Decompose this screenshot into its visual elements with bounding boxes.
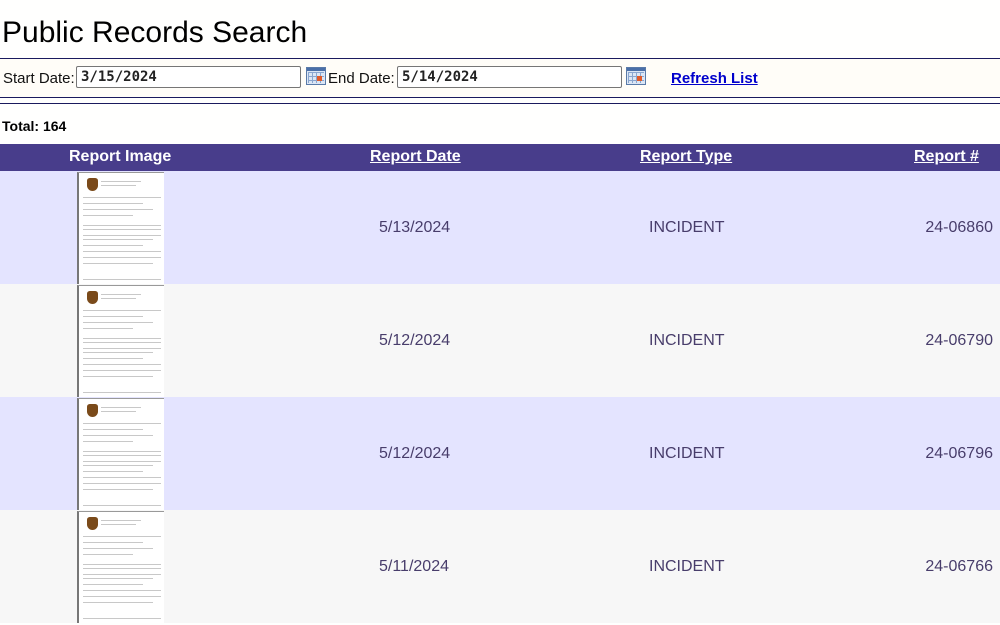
divider [0,103,1000,104]
header-report-date[interactable]: Report Date [370,148,461,166]
report-date: 5/11/2024 [379,558,449,575]
refresh-list-link[interactable]: Refresh List [671,70,758,87]
start-date-label: Start Date: [3,70,75,87]
report-number: 24-06790 [925,332,993,349]
report-type: INCIDENT [649,219,725,236]
report-thumbnail[interactable] [77,285,164,397]
table-row: 5/12/2024 INCIDENT 24-06790 [0,284,1000,397]
date-filter-bar: Start Date: 3/15/2024 End Date: 5/14/202… [0,59,1000,97]
report-thumbnail[interactable] [77,398,164,510]
header-report-number[interactable]: Report # [914,148,979,166]
seal-icon [87,178,98,191]
report-type: INCIDENT [649,332,725,349]
report-thumbnail[interactable] [77,511,164,623]
header-report-type[interactable]: Report Type [640,148,732,166]
divider [0,97,1000,98]
total-count: Total: 164 [2,118,67,134]
table-row: 5/11/2024 INCIDENT 24-06766 [0,510,1000,623]
table-header: Report Image Report Date Report Type Rep… [0,144,1000,171]
report-type: INCIDENT [649,445,725,462]
report-date: 5/12/2024 [379,332,451,349]
calendar-icon[interactable] [306,67,326,85]
table-row: 5/12/2024 INCIDENT 24-06796 [0,397,1000,510]
seal-icon [87,517,98,530]
report-number: 24-06796 [925,445,993,462]
end-date-label: End Date: [328,70,395,87]
end-date-input[interactable]: 5/14/2024 [397,66,622,88]
report-number: 24-06860 [925,219,993,236]
records-table: Report Image Report Date Report Type Rep… [0,144,1000,623]
page-title: Public Records Search [2,16,308,49]
seal-icon [87,291,98,304]
header-report-image: Report Image [69,148,172,165]
report-date: 5/12/2024 [379,445,451,462]
report-number: 24-06766 [925,558,993,575]
start-date-input[interactable]: 3/15/2024 [76,66,301,88]
report-type: INCIDENT [649,558,725,575]
report-date: 5/13/2024 [379,219,451,236]
calendar-icon[interactable] [626,67,646,85]
report-thumbnail[interactable] [77,172,164,284]
seal-icon [87,404,98,417]
table-row: 5/13/2024 INCIDENT 24-06860 [0,171,1000,284]
